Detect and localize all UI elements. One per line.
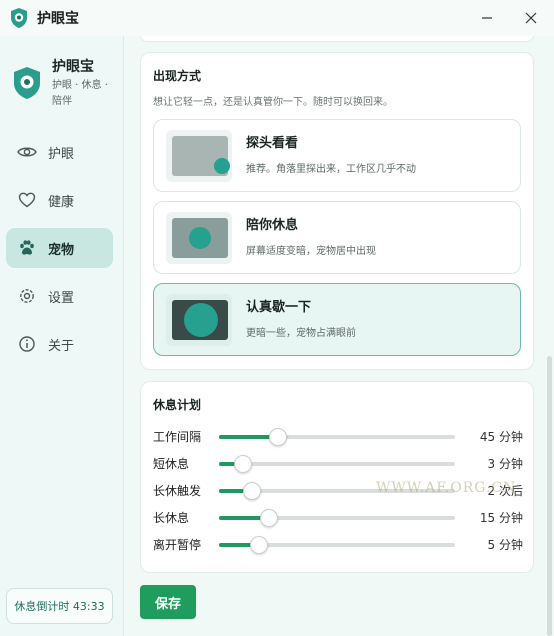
minimize-button[interactable] (475, 6, 499, 30)
previous-card-edge (140, 36, 534, 42)
slider-track[interactable] (219, 536, 455, 554)
option-full-rest[interactable]: 认真歇一下 更暗一些，宠物占满眼前 (153, 283, 521, 356)
display-mode-card: 出现方式 想让它轻一点，还是认真管你一下。随时可以换回来。 探头看看 推荐。角落… (140, 52, 534, 370)
close-icon (525, 12, 537, 24)
main-content: 出现方式 想让它轻一点，还是认真管你一下。随时可以换回来。 探头看看 推荐。角落… (124, 36, 554, 636)
option-accompany[interactable]: 陪你休息 屏幕适度变暗，宠物居中出现 (153, 201, 521, 274)
close-button[interactable] (519, 6, 543, 30)
title-bar: 护眼宝 (0, 0, 554, 36)
preview-screen (172, 300, 228, 340)
sidebar-item-label: 护眼 (48, 146, 75, 162)
rest-plan-card: 休息计划 工作间隔 45 分钟 短休息 3 分钟 长休触发 2 次后 长休息 1… (140, 381, 534, 573)
slider-handle[interactable] (259, 509, 278, 527)
sidebar-item-health[interactable]: 健康 (6, 180, 113, 220)
option-title: 探头看看 (246, 136, 299, 151)
option-preview (166, 130, 232, 182)
section-title: 休息计划 (153, 398, 202, 412)
slider-track[interactable] (219, 428, 455, 446)
heart-icon (16, 189, 38, 211)
window-title: 护眼宝 (37, 11, 79, 27)
slider-value: 15 分钟 (479, 511, 523, 525)
slider-label: 短休息 (153, 457, 190, 471)
slider-handle[interactable] (243, 482, 262, 500)
slider-handle[interactable] (250, 536, 269, 554)
slider-handle[interactable] (233, 455, 252, 473)
brand-subtitle: 护眼 · 休息 · 陪伴 (52, 80, 108, 107)
option-preview (166, 212, 232, 264)
slider-label: 离开暂停 (153, 538, 202, 552)
slider-handle[interactable] (269, 428, 287, 446)
watermark-text: WWW.AF.ORG.CN (376, 480, 517, 496)
option-description: 推荐。角落里探出来，工作区几乎不动 (246, 164, 416, 175)
break-countdown: 休息倒计时 43:33 (6, 588, 113, 624)
sidebar-item-about[interactable]: 关于 (6, 324, 113, 364)
slider-value: 45 分钟 (479, 430, 523, 444)
sidebar-item-pet[interactable]: 宠物 (6, 228, 113, 268)
app-window: 护眼宝 护眼宝 护眼 · 休息 · 陪伴 护眼 健康 宠物 设置 关于 休息倒计… (0, 0, 554, 636)
slider-value: 3 分钟 (487, 457, 523, 471)
slider-away-pause: 离开暂停 5 分钟 (153, 534, 523, 554)
option-peek[interactable]: 探头看看 推荐。角落里探出来，工作区几乎不动 (153, 119, 521, 192)
option-title: 认真歇一下 (246, 300, 312, 315)
eye-icon (16, 141, 38, 163)
save-button[interactable]: 保存 (140, 585, 196, 619)
slider-track[interactable] (219, 455, 455, 473)
slider-label: 长休触发 (153, 484, 202, 498)
scrollbar[interactable] (547, 356, 552, 636)
preview-screen (172, 218, 228, 258)
section-title: 出现方式 (153, 69, 202, 83)
section-description: 想让它轻一点，还是认真管你一下。随时可以换回来。 (153, 97, 393, 108)
option-description: 更暗一些，宠物占满眼前 (246, 328, 356, 339)
preview-screen (172, 136, 230, 176)
sidebar-item-settings[interactable]: 设置 (6, 276, 113, 316)
pet-dot (184, 303, 218, 337)
option-preview (166, 294, 232, 346)
gear-icon (16, 285, 38, 307)
brand: 护眼宝 护眼 · 休息 · 陪伴 (8, 54, 120, 114)
sidebar-item-label: 健康 (48, 194, 75, 210)
slider-label: 工作间隔 (153, 430, 202, 444)
sidebar-item-label: 关于 (48, 338, 75, 354)
slider-short-break: 短休息 3 分钟 (153, 453, 523, 473)
slider-long-break: 长休息 15 分钟 (153, 507, 523, 527)
brand-logo-icon (14, 67, 40, 99)
sidebar-item-eye-care[interactable]: 护眼 (6, 132, 113, 172)
slider-work-interval: 工作间隔 45 分钟 (153, 426, 523, 446)
slider-value: 5 分钟 (487, 538, 523, 552)
sidebar: 护眼宝 护眼 · 休息 · 陪伴 护眼 健康 宠物 设置 关于 休息倒计时 43… (0, 36, 124, 636)
slider-label: 长休息 (153, 511, 190, 525)
minimize-icon (482, 17, 492, 19)
option-title: 陪你休息 (246, 218, 299, 233)
pet-dot (214, 158, 230, 174)
info-icon (16, 333, 38, 355)
option-description: 屏幕适度变暗，宠物居中出现 (246, 246, 376, 257)
brand-name: 护眼宝 (52, 59, 94, 75)
slider-track[interactable] (219, 509, 455, 527)
paw-icon (16, 237, 38, 259)
sidebar-item-label: 设置 (48, 290, 75, 306)
pet-dot (189, 227, 211, 249)
sidebar-item-label: 宠物 (48, 242, 75, 258)
shield-icon (11, 8, 27, 28)
